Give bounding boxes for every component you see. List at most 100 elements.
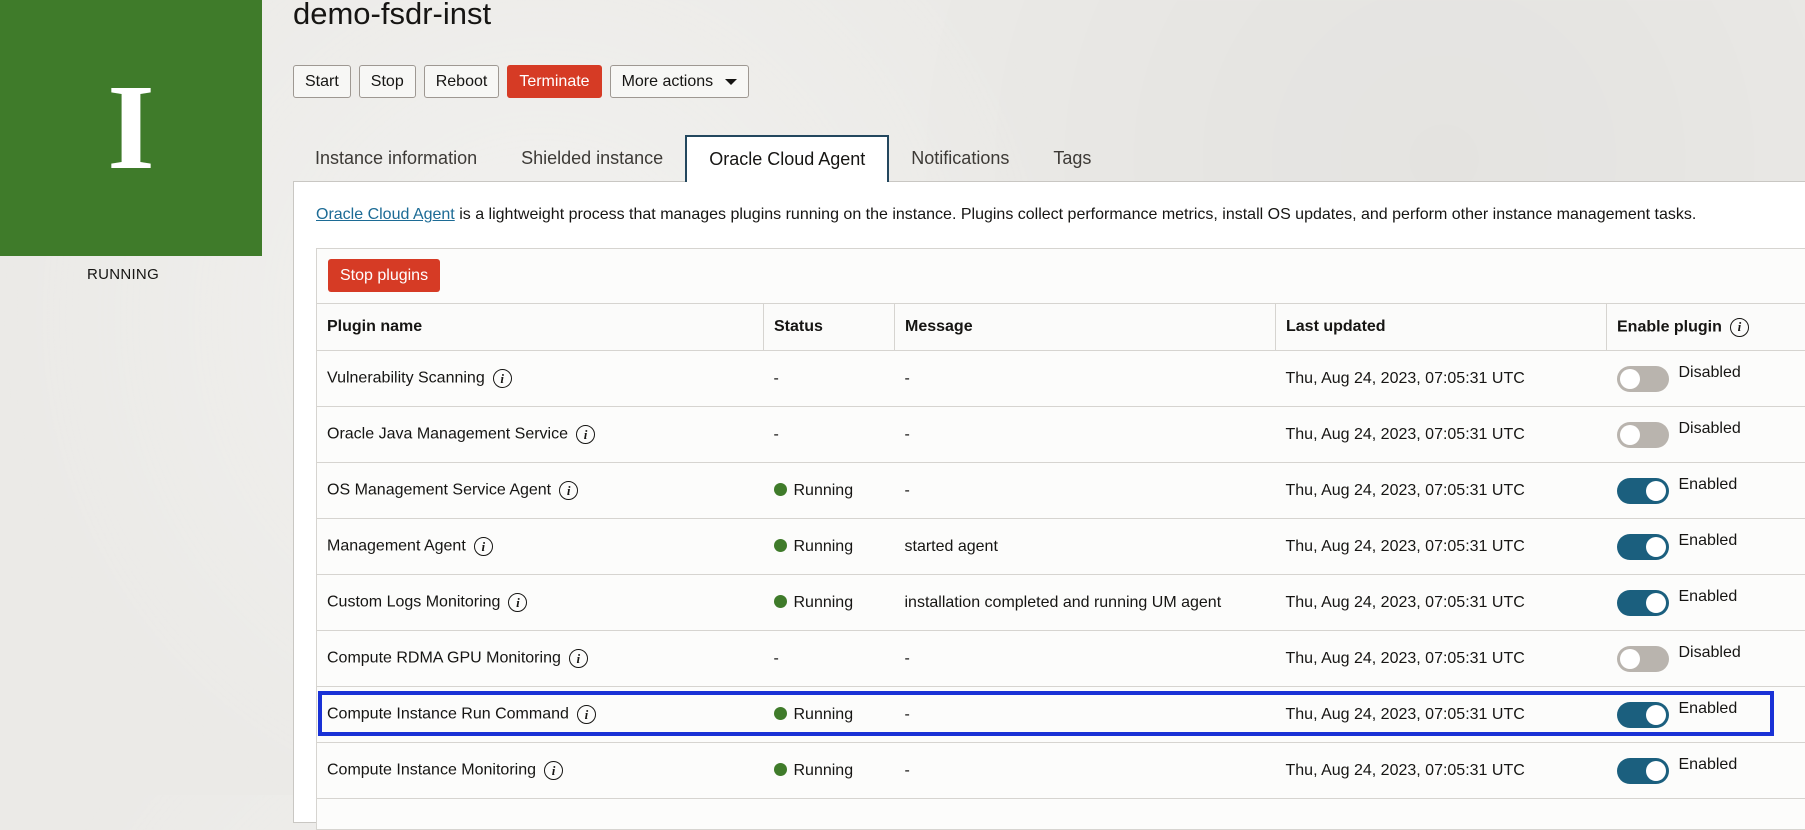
toggle-knob [1646, 593, 1666, 613]
plugin-enable-cell: Enabled [1607, 687, 1805, 743]
plugin-name: Compute Instance Monitoring [327, 762, 536, 779]
plugin-enable-cell: Enabled [1607, 463, 1805, 519]
plugin-status-cell: Running [764, 687, 895, 743]
tab-notifications[interactable]: Notifications [889, 135, 1031, 182]
stop-plugins-button[interactable]: Stop plugins [328, 259, 440, 292]
plugin-message: - [895, 351, 1276, 407]
plugin-message: - [895, 687, 1276, 743]
more-actions-button[interactable]: More actions [610, 65, 750, 98]
plugin-status-cell: Running [764, 519, 895, 575]
toggle-knob [1620, 649, 1640, 669]
plugin-last-updated: Thu, Aug 24, 2023, 07:05:31 UTC [1276, 743, 1607, 799]
toggle-knob [1646, 705, 1666, 725]
enable-plugin-toggle[interactable] [1617, 366, 1669, 392]
info-icon[interactable]: i [576, 425, 595, 444]
info-icon[interactable]: i [544, 761, 563, 780]
plugin-message: - [895, 631, 1276, 687]
plugin-last-updated: Thu, Aug 24, 2023, 07:05:31 UTC [1276, 519, 1607, 575]
plugin-last-updated: Thu, Aug 24, 2023, 07:05:31 UTC [1276, 351, 1607, 407]
table-row: Management Agent i Running started agentThu… [317, 519, 1805, 575]
running-status-icon [774, 539, 787, 552]
plugin-name-cell: Custom Logs Monitoring i [317, 575, 764, 631]
info-icon[interactable]: i [474, 537, 493, 556]
plugin-name: Management Agent [327, 538, 466, 555]
plugin-name-cell: Compute RDMA GPU Monitoring i [317, 631, 764, 687]
stop-button[interactable]: Stop [359, 65, 416, 98]
running-status-icon [774, 763, 787, 776]
plugin-last-updated: Thu, Aug 24, 2023, 07:05:31 UTC [1276, 407, 1607, 463]
plugin-status-cell: - [764, 351, 895, 407]
plugin-status: Running [794, 482, 854, 499]
table-row: Compute Instance Monitoring i Running-Thu,… [317, 743, 1805, 799]
enable-plugin-toggle[interactable] [1617, 534, 1669, 560]
tab-tags[interactable]: Tags [1031, 135, 1113, 182]
start-button[interactable]: Start [293, 65, 351, 98]
plugin-status-cell: Running [764, 743, 895, 799]
more-actions-label: More actions [622, 73, 714, 91]
oracle-cloud-agent-link[interactable]: Oracle Cloud Agent [316, 206, 455, 223]
plugin-last-updated: Thu, Aug 24, 2023, 07:05:31 UTC [1276, 687, 1607, 743]
info-icon[interactable]: i [569, 649, 588, 668]
tab-shielded-instance[interactable]: Shielded instance [499, 135, 685, 182]
plugin-message: started agent [895, 519, 1276, 575]
toggle-state-label: Enabled [1679, 476, 1738, 493]
plugin-status-cell: Running [764, 575, 895, 631]
toggle-state-label: Enabled [1679, 756, 1738, 773]
info-icon[interactable]: i [1730, 318, 1749, 337]
enable-plugin-toggle[interactable] [1617, 758, 1669, 784]
plugin-name-cell: Management Agent i [317, 519, 764, 575]
tab-oracle-cloud-agent[interactable]: Oracle Cloud Agent [685, 135, 889, 182]
table-row: Custom Logs Monitoring i Runninginstallati… [317, 575, 1805, 631]
enable-plugin-toggle[interactable] [1617, 646, 1669, 672]
action-toolbar: Start Stop Reboot Terminate More actions [293, 65, 749, 98]
info-icon[interactable]: i [508, 593, 527, 612]
toggle-state-label: Disabled [1679, 420, 1741, 437]
running-status-icon [774, 707, 787, 720]
table-row: OS Management Service Agent i Running -Thu,… [317, 463, 1805, 519]
reboot-button[interactable]: Reboot [424, 65, 500, 98]
info-icon[interactable]: i [493, 369, 512, 388]
toggle-knob [1646, 537, 1666, 557]
instance-letter: I [107, 67, 154, 189]
info-icon[interactable]: i [559, 481, 578, 500]
header-status: Status [764, 304, 895, 351]
plugin-name: OS Management Service Agent [327, 482, 551, 499]
table-row: Oracle Java Management Servicei--Thu, Au… [317, 407, 1805, 463]
plugin-name: Compute RDMA GPU Monitoring [327, 650, 561, 667]
caret-down-icon [725, 79, 737, 85]
plugin-enable-cell: Enabled [1607, 743, 1805, 799]
plugin-name: Custom Logs Monitoring [327, 594, 500, 611]
plugin-message: - [895, 743, 1276, 799]
plugin-name-cell: Compute Instance Monitoring i [317, 743, 764, 799]
running-status-icon [774, 595, 787, 608]
toggle-state-label: Enabled [1679, 532, 1738, 549]
enable-plugin-toggle[interactable] [1617, 702, 1669, 728]
plugin-message: - [895, 407, 1276, 463]
info-icon[interactable]: i [577, 705, 596, 724]
oracle-cloud-agent-panel: Oracle Cloud Agent is a lightweight proc… [293, 181, 1805, 823]
enable-plugin-toggle[interactable] [1617, 422, 1669, 448]
toggle-state-label: Disabled [1679, 644, 1741, 661]
plugins-table-card: Stop plugins Plugin name Status Message … [316, 248, 1805, 830]
table-row: Vulnerability Scanningi--Thu, Aug 24, 20… [317, 351, 1805, 407]
header-last-updated: Last updated [1276, 304, 1607, 351]
enable-plugin-toggle[interactable] [1617, 478, 1669, 504]
tab-bar: Instance information Shielded instance O… [293, 135, 1113, 182]
plugin-last-updated: Thu, Aug 24, 2023, 07:05:31 UTC [1276, 463, 1607, 519]
plugin-last-updated: Thu, Aug 24, 2023, 07:05:31 UTC [1276, 575, 1607, 631]
plugin-message: - [895, 463, 1276, 519]
terminate-button[interactable]: Terminate [507, 65, 601, 98]
enable-plugin-toggle[interactable] [1617, 590, 1669, 616]
tab-instance-information[interactable]: Instance information [293, 135, 499, 182]
plugin-status: Running [794, 538, 854, 555]
plugin-name-cell: OS Management Service Agent i [317, 463, 764, 519]
plugin-name: Oracle Java Management Service [327, 426, 568, 443]
page-title: demo-fsdr-inst [293, 0, 491, 34]
table-row: Compute Instance Run CommandiRunning-Thu… [317, 687, 1805, 743]
toggle-state-label: Enabled [1679, 588, 1738, 605]
header-enable-plugin-label: Enable plugin [1617, 318, 1722, 335]
plugin-message: installation completed and running UM ag… [895, 575, 1276, 631]
plugin-name-cell: Vulnerability Scanningi [317, 351, 764, 407]
intro-description: is a lightweight process that manages pl… [455, 206, 1697, 223]
plugins-table-body: Vulnerability Scanningi--Thu, Aug 24, 20… [317, 351, 1805, 799]
